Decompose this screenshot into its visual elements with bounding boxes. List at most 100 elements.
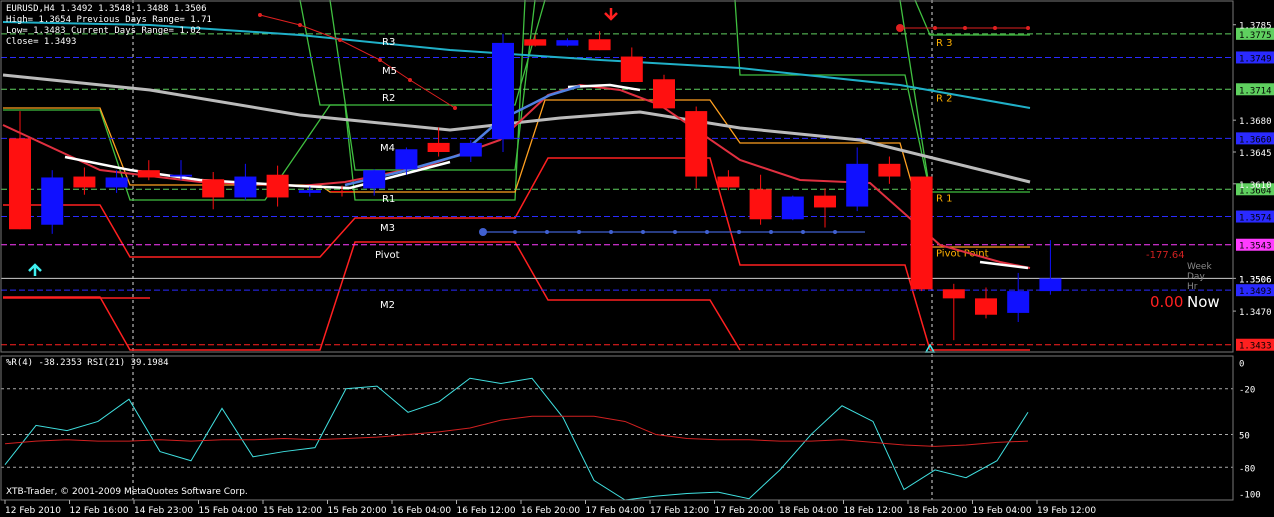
price-tag-label: 1.3714 <box>1239 86 1272 96</box>
candle-up <box>170 174 192 177</box>
time-tick-label: 17 Feb 20:00 <box>715 506 774 516</box>
time-tick-label: 17 Feb 12:00 <box>650 506 709 516</box>
time-tick-label: 18 Feb 20:00 <box>908 506 967 516</box>
moving-averages <box>2 13 1031 270</box>
mid-dot <box>673 230 677 234</box>
osc-tick-label: -20 <box>1239 386 1255 396</box>
red-band-a <box>3 157 931 351</box>
chart-canvas: R 3R 2R 1Pivot Point R3M5R2M4R1M3PivotM2… <box>0 0 1274 516</box>
mid-dot <box>737 230 741 234</box>
price-tick-label: 1.3506 <box>1239 275 1272 285</box>
candle-up <box>556 40 579 46</box>
red-trend-dot <box>933 26 937 30</box>
candle-down <box>524 39 547 46</box>
candle-up <box>846 163 869 207</box>
green-band-f <box>899 0 931 193</box>
wpr-line <box>4 377 1029 501</box>
time-tick-label: 14 Feb 23:00 <box>134 506 193 516</box>
candle-up <box>459 142 482 157</box>
time-tick-label: 16 Feb 04:00 <box>392 506 451 516</box>
overlay-label: M4 <box>380 143 395 154</box>
price-tick-label: 1.3610 <box>1239 181 1272 191</box>
candle-up <box>781 196 804 220</box>
candle-up <box>105 177 128 188</box>
time-tick-label: 16 Feb 20:00 <box>521 506 580 516</box>
high-line: High= 1.3654 Previous Days Range= 1.71 <box>6 15 212 25</box>
overlay-label: R1 <box>382 194 395 205</box>
candle-up <box>395 149 418 170</box>
overlay-label: R2 <box>382 93 395 104</box>
candle-down <box>878 163 901 177</box>
price-tag-label: 1.3543 <box>1239 242 1272 252</box>
mid-dot <box>479 228 487 236</box>
red-trend-dot <box>896 24 904 32</box>
candle-up <box>1039 278 1062 292</box>
week-label: Week <box>1187 262 1212 272</box>
price-tick-label: 1.3785 <box>1239 22 1272 32</box>
candle-down <box>910 176 933 290</box>
mid-dot <box>513 230 517 234</box>
time-tick-label: 17 Feb 04:00 <box>586 506 645 516</box>
sell-arrow-icon <box>604 8 618 21</box>
candle-down <box>137 170 160 178</box>
now-label: Now <box>1187 293 1220 311</box>
green-band-e <box>914 0 1030 36</box>
green-band-d <box>734 0 1030 193</box>
time-tick-label: 15 Feb 04:00 <box>199 506 258 516</box>
price-tick-label: 1.3680 <box>1239 117 1272 127</box>
close-line: Close= 1.3493 <box>6 37 77 47</box>
candle-down <box>717 176 740 188</box>
time-tick-label: 15 Feb 20:00 <box>328 506 387 516</box>
profit-value: -177.64 <box>1146 250 1185 261</box>
osc-tick-label: -100 <box>1239 490 1261 500</box>
mid-dot <box>769 230 773 234</box>
mid-dot <box>545 230 549 234</box>
oscillator-panel <box>1 377 1233 501</box>
osc-frame <box>0 355 1234 501</box>
chart-header: EURUSD,H4 1.3492 1.3548 1.3488 1.3506 Hi… <box>6 4 212 48</box>
time-tick-label: 15 Feb 12:00 <box>263 506 322 516</box>
candle-down <box>588 39 611 51</box>
osc-tick-label: 50 <box>1239 432 1250 442</box>
candle-up <box>41 177 64 225</box>
time-tick-label: 19 Feb 12:00 <box>1037 506 1096 516</box>
price-tag-label: 1.3660 <box>1239 135 1272 145</box>
candle-down <box>266 174 289 198</box>
indicator-label: %R(4) -38.2353 RSI(21) 39.1984 <box>6 358 169 368</box>
red-trend-dot <box>963 26 967 30</box>
time-tick-label: 12 Feb 16:00 <box>70 506 129 516</box>
candle-up <box>363 170 386 189</box>
level-name: R 1 <box>936 193 953 204</box>
overlay-label: Pivot <box>375 250 400 261</box>
candle-down <box>427 142 450 152</box>
candle-down <box>942 289 965 299</box>
overlay-label: M2 <box>380 300 395 311</box>
price-tag-label: 1.3749 <box>1239 54 1272 64</box>
red-trend-dot <box>298 23 302 27</box>
time-tick-label: 12 Feb 2010 <box>5 506 61 516</box>
candle-up <box>1007 291 1030 313</box>
buy-arrow-icon <box>28 263 42 276</box>
level-name: R 3 <box>936 38 953 49</box>
osc-tick-label: 0 <box>1239 360 1244 370</box>
red-trend-dot <box>258 13 262 17</box>
candle-up <box>492 42 514 140</box>
time-tick-label: 18 Feb 12:00 <box>844 506 903 516</box>
candle-down <box>620 56 643 82</box>
red-trend-dot <box>453 106 457 110</box>
red-trend-dot <box>338 38 342 42</box>
candle-down <box>814 195 836 208</box>
rsi-line <box>4 415 1029 447</box>
mid-dot <box>833 230 837 234</box>
price-tick-label: 1.3645 <box>1239 149 1272 159</box>
copyright-text: XTB-Trader, © 2001-2009 MetaQuotes Softw… <box>6 487 248 497</box>
candle-down <box>975 298 997 315</box>
mid-dot <box>705 230 709 234</box>
overlay-label: M5 <box>382 66 397 77</box>
price-tick-label: 1.3470 <box>1239 308 1272 318</box>
hr-label: Hr <box>1187 282 1198 292</box>
price-tag-label: 1.3775 <box>1239 31 1272 41</box>
price-tag-label: 1.3574 <box>1239 214 1272 224</box>
mid-dot <box>801 230 805 234</box>
red-trend-dot <box>378 58 382 62</box>
